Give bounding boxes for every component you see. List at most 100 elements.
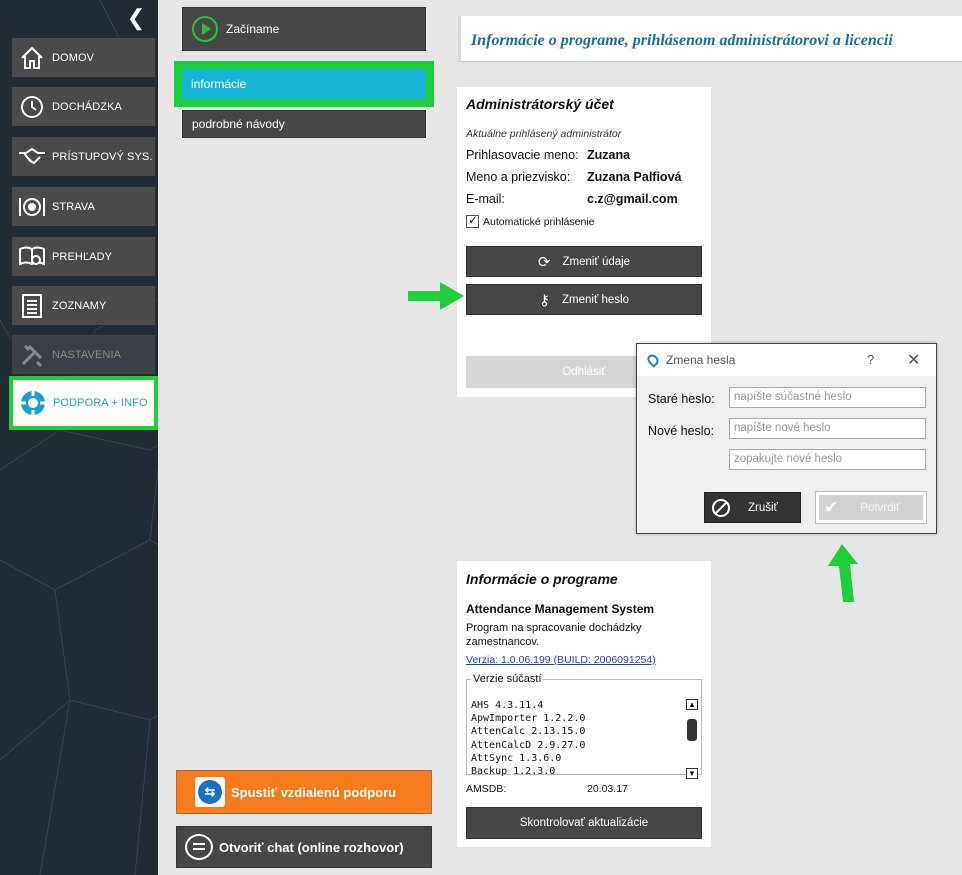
tools-icon — [12, 334, 52, 375]
sidebar-item-podpora-info[interactable]: PODPORA + INFO — [9, 376, 158, 430]
sidebar-item-label: DOCHÁDZKA — [52, 100, 122, 113]
list-item: AttenCalcD 2.9.27.0 — [471, 739, 586, 751]
login-row: Prihlasovacie meno: Zuzana — [466, 148, 630, 162]
remote-support-button[interactable]: ⇆ Spustiť vzdialenú podporu — [176, 770, 432, 814]
new-password-label: Nové heslo: — [648, 424, 715, 438]
sidebar-item-domov[interactable]: DOMOV — [11, 37, 156, 78]
page-header: Informácie o programe, prihlásenom admin… — [458, 16, 962, 62]
amsdb-row: AMSDB: 20.03.17 — [466, 783, 628, 795]
dialog-title: Zmena hesla — [666, 353, 736, 367]
amsdb-value: 20.03.17 — [587, 783, 628, 795]
components-list[interactable]: AHS 4.3.11.4 ApwImporter 1.2.2.0 AttenCa… — [471, 699, 585, 778]
sidebar-item-label: PODPORA + INFO — [53, 397, 148, 409]
list-item: AHS 4.3.11.4 — [471, 700, 544, 711]
admin-account-title: Administrátorský účet — [466, 96, 614, 112]
name-row: Meno a priezvisko: Zuzana Palfiová — [466, 170, 681, 184]
scroll-thumb[interactable] — [687, 719, 697, 741]
email-row: E-mail: c.z@gmail.com — [466, 192, 678, 206]
cancel-label: Zrušiť — [748, 501, 778, 514]
background-pattern — [0, 0, 158, 875]
start-button[interactable]: Začíname — [182, 7, 426, 51]
refresh-icon: ⟳ — [537, 253, 551, 271]
sidebar-item-label: ZOZNAMY — [52, 299, 107, 312]
login-value: Zuzana — [587, 148, 631, 162]
change-password-label: Zmeniť heslo — [562, 293, 629, 306]
name-value: Zuzana Palfiová — [587, 170, 682, 184]
email-value: c.z@gmail.com — [587, 192, 678, 206]
sidebar-item-nastavenia[interactable]: NASTAVENIA — [11, 334, 156, 375]
clock-icon — [12, 86, 52, 127]
arrow-right-icon — [408, 282, 464, 310]
app-icon — [645, 352, 661, 368]
sidebar-item-label: STRAVA — [52, 200, 95, 213]
components-scrollbar[interactable]: ▲ ▼ — [686, 699, 698, 779]
ban-icon — [712, 498, 730, 517]
sidebar-item-label: PRÍSTUPOVÝ SYS. — [52, 150, 153, 163]
confirm-button[interactable]: ✔ Potvrdiť — [815, 491, 927, 524]
checkmark-icon: ✔ — [824, 497, 839, 517]
list-item: ApwImporter 1.2.2.0 — [471, 713, 586, 725]
start-label: Začíname — [226, 22, 280, 36]
sidebar-item-zoznamy[interactable]: ZOZNAMY — [11, 285, 156, 326]
list-item: AttSync 1.3.6.0 — [471, 752, 562, 764]
info-button[interactable]: informácie — [182, 69, 426, 99]
change-data-button[interactable]: ⟳ Zmeniť údaje — [466, 246, 702, 277]
keys-icon: ⚷ — [539, 291, 551, 309]
plate-icon — [12, 186, 52, 227]
name-label: Meno a priezvisko: — [466, 170, 571, 184]
sidebar-item-dochadzka[interactable]: DOCHÁDZKA — [11, 86, 156, 127]
check-updates-button[interactable]: Skontrolovať aktualizácie — [466, 807, 702, 839]
sidebar-item-pristupovy-sys[interactable]: PRÍSTUPOVÝ SYS. — [11, 136, 156, 177]
info-highlight: informácie — [174, 61, 434, 107]
program-info-title: Informácie o programe — [466, 571, 618, 587]
email-label: E-mail: — [466, 192, 505, 206]
new-password-input[interactable]: napíšte nové heslo — [729, 418, 926, 439]
old-password-input[interactable]: napíšte súčastné heslo — [729, 387, 926, 408]
version-link[interactable]: Verzia: 1.0.06.199 (BUILD: 2006091254) — [466, 654, 656, 666]
remote-support-label: Spustiť vzdialenú podporu — [231, 784, 397, 800]
login-label: Prihlasovacie meno: — [466, 148, 579, 162]
lifebuoy-icon — [13, 383, 53, 424]
dialog-titlebar: Zmena hesla ? ✕ — [637, 344, 936, 376]
help-icon[interactable]: ? — [867, 352, 874, 367]
change-password-button[interactable]: ⚷ Zmeniť heslo — [466, 284, 702, 315]
guides-button[interactable]: podrobné návody — [182, 110, 426, 138]
confirm-label: Potvrdiť — [860, 501, 901, 514]
close-icon[interactable]: ✕ — [907, 350, 920, 370]
teamviewer-icon: ⇆ — [195, 777, 225, 807]
scroll-down-icon[interactable]: ▼ — [686, 768, 698, 779]
amsdb-label: AMSDB: — [466, 783, 507, 795]
auto-login-checkbox[interactable]: Automatické prihlásenie — [466, 213, 595, 228]
components-legend: Verzie súčastí — [473, 673, 542, 685]
book-search-icon — [12, 236, 52, 277]
repeat-password-input[interactable]: zopakujte nové heslo — [729, 449, 926, 470]
home-icon — [12, 37, 52, 78]
admin-subtitle: Aktuálne prihlásený administrátor — [466, 128, 622, 140]
chat-bubble-icon — [185, 834, 213, 860]
cancel-button[interactable]: Zrušiť — [704, 492, 801, 523]
play-icon — [192, 16, 218, 42]
program-name: Attendance Management System — [466, 602, 655, 616]
program-description: Program na spracovanie dochádzky zamestn… — [466, 622, 642, 648]
open-chat-button[interactable]: Otvoriť chat (online rozhovor) — [176, 826, 432, 868]
handshake-icon — [12, 136, 52, 177]
chat-label: Otvoriť chat (online rozhovor) — [219, 839, 404, 855]
arrow-up-icon — [828, 544, 858, 602]
sidebar-item-label: PREHĽADY — [52, 250, 113, 263]
sidebar-item-prehlady[interactable]: PREHĽADY — [11, 236, 156, 277]
page-title: Informácie o programe, prihlásenom admin… — [471, 32, 893, 49]
auto-login-label: Automatické prihlásenie — [483, 215, 595, 228]
old-password-label: Staré heslo: — [648, 392, 715, 406]
list-icon — [12, 285, 52, 326]
sidebar-item-strava[interactable]: STRAVA — [11, 186, 156, 227]
secondary-nav: Začíname informácie podrobné návody ⇆ Sp… — [158, 0, 450, 875]
components-group: Verzie súčastí AHS 4.3.11.4 ApwImporter … — [466, 673, 702, 779]
main-sidebar: ❮ DOMOV DOCHÁDZKA PRÍSTUPOVÝ SYS. STRAVA… — [0, 0, 158, 875]
sidebar-item-label: NASTAVENIA — [52, 348, 122, 361]
program-info-panel: Informácie o programe Attendance Managem… — [457, 561, 711, 847]
header-divider — [461, 61, 962, 62]
scroll-up-icon[interactable]: ▲ — [686, 699, 698, 710]
checkbox-checked-icon — [466, 213, 479, 228]
list-item: AttenCalc 2.13.15.0 — [471, 726, 586, 738]
collapse-sidebar-icon[interactable]: ❮ — [124, 6, 148, 30]
